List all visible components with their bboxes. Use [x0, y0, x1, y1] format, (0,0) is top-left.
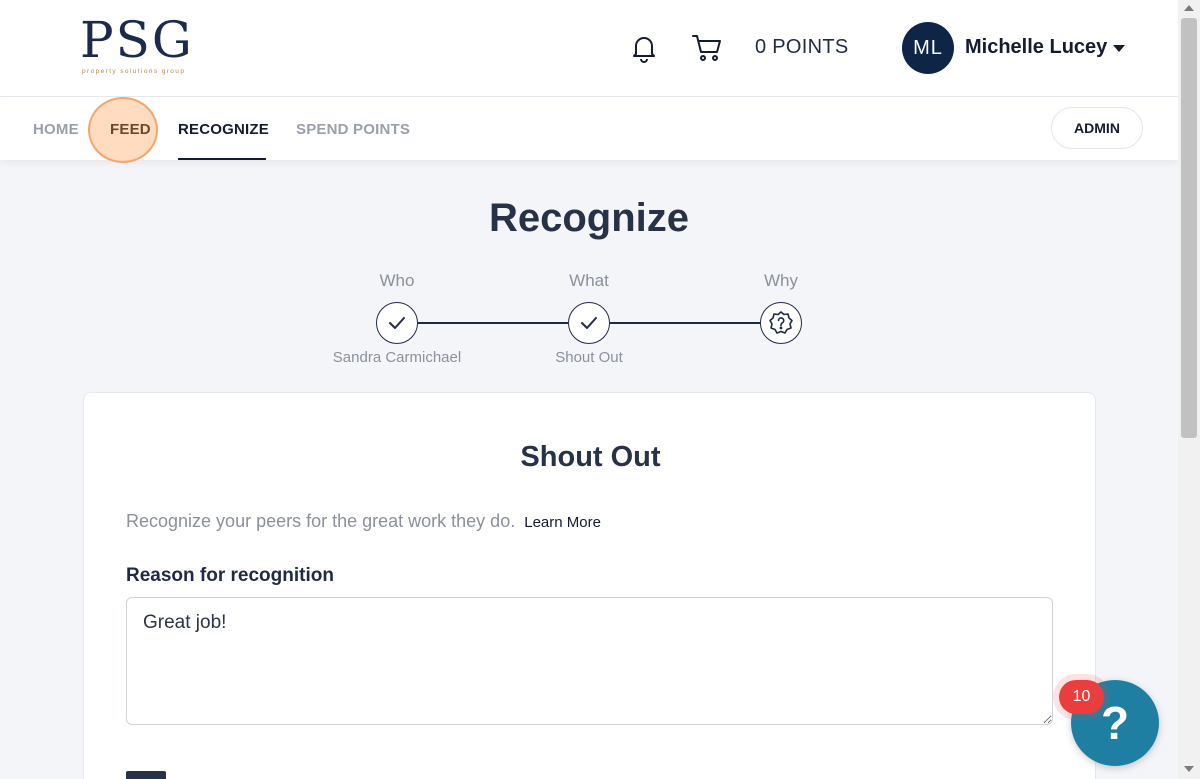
scroll-thumb[interactable]	[1181, 18, 1197, 438]
card-title: Shout Out	[520, 441, 661, 473]
admin-button[interactable]: ADMIN	[1051, 107, 1143, 149]
step-what-value: Shout Out	[555, 349, 623, 366]
step-why-label: Why	[764, 271, 798, 290]
step-who-label: Who	[379, 271, 415, 290]
scroll-up-arrow-icon[interactable]	[1184, 5, 1194, 11]
cart-icon[interactable]	[690, 32, 724, 64]
card-description: Recognize your peers for the great work …	[126, 511, 601, 532]
user-name: Michelle Lucey	[965, 36, 1108, 58]
avatar[interactable]: ML	[902, 22, 954, 74]
step-connector	[418, 322, 568, 324]
active-tab-indicator	[178, 158, 266, 160]
nav-recognize[interactable]: RECOGNIZE	[178, 121, 269, 138]
logo-subtitle: property solutions group	[82, 68, 186, 75]
description-text: Recognize your peers for the great work …	[126, 511, 516, 531]
points-balance[interactable]: 0 POINTS	[755, 36, 849, 59]
reason-label: Reason for recognition	[126, 565, 334, 586]
notification-badge: 10	[1059, 680, 1104, 714]
step-who-value: Sandra Carmichael	[332, 349, 462, 366]
next-field-label-partial	[126, 771, 166, 779]
top-header: PSG property solutions group 0 POINTS ML…	[0, 0, 1178, 97]
main-nav: HOME FEED RECOGNIZE SPEND POINTS ADMIN	[0, 97, 1178, 163]
step-who-check-icon[interactable]	[376, 302, 418, 344]
learn-more-link[interactable]: Learn More	[524, 514, 601, 531]
user-menu[interactable]: Michelle Lucey	[965, 36, 1126, 59]
page-title: Recognize	[488, 196, 690, 240]
nav-spend-points[interactable]: SPEND POINTS	[296, 121, 410, 138]
bell-icon[interactable]	[628, 32, 660, 64]
avatar-initials: ML	[913, 36, 943, 59]
step-what-check-icon[interactable]	[568, 302, 610, 344]
psg-logo[interactable]: PSG property solutions group	[80, 14, 204, 80]
nav-home[interactable]: HOME	[33, 121, 79, 138]
step-why-question-badge-icon[interactable]	[760, 302, 802, 344]
scroll-down-arrow-icon[interactable]	[1184, 766, 1194, 772]
caret-down-icon	[1113, 45, 1126, 52]
logo-text: PSG	[80, 11, 194, 69]
reason-textarea[interactable]: Great job!	[126, 597, 1053, 725]
shout-out-card: Shout Out Recognize your peers for the g…	[83, 392, 1096, 779]
page-scrollbar[interactable]	[1178, 0, 1200, 779]
nav-feed[interactable]: FEED	[110, 121, 151, 138]
step-what-label: What	[569, 271, 609, 290]
question-icon: ?	[1100, 697, 1130, 749]
step-connector	[610, 322, 760, 324]
